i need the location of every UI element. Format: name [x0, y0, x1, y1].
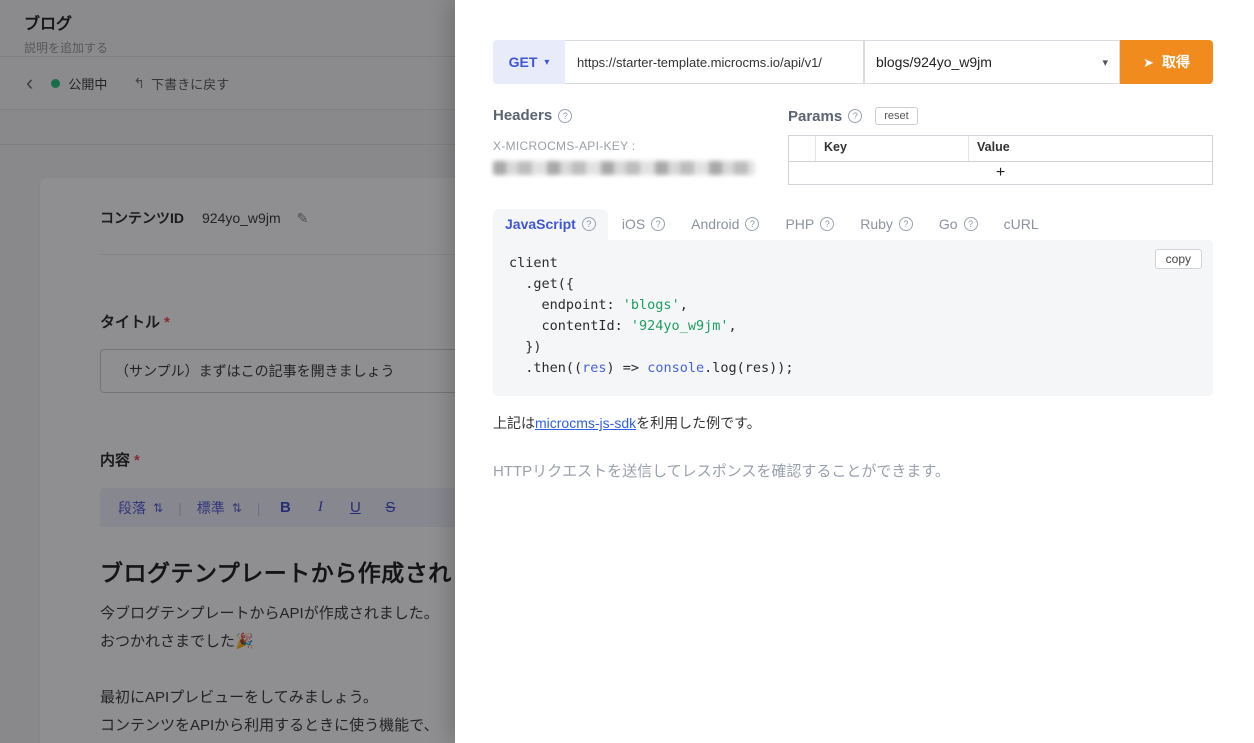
request-bar: GET ▾ https://starter-template.microcms.…	[493, 40, 1213, 84]
code-line: contentId: '924yo_w9jm',	[509, 316, 1197, 337]
tab-javascript[interactable]: JavaScript?	[493, 209, 608, 240]
tab-label: cURL	[1004, 216, 1039, 232]
code-line: endpoint: 'blogs',	[509, 295, 1197, 316]
screen: ブログ 説明を追加する ‹ 公開中 ↰ 下書きに戻す コンテンツID 924yo…	[0, 0, 1254, 743]
code-line: .then((res) => console.log(res));	[509, 358, 1197, 379]
fetch-label: 取得	[1162, 52, 1190, 72]
params-key-header: Key	[816, 136, 969, 161]
params-section: Params ? reset Key Value +	[788, 107, 1213, 185]
panel-description: HTTPリクエストを送信してレスポンスを確認することができます。	[493, 460, 1213, 481]
code-line: client	[509, 253, 1197, 274]
tab-android[interactable]: Android?	[679, 209, 771, 240]
code-line: .get({	[509, 274, 1197, 295]
help-icon[interactable]: ?	[582, 217, 596, 231]
params-table: Key Value +	[788, 135, 1213, 185]
add-param-button[interactable]: +	[789, 161, 1212, 184]
tab-label: Ruby	[860, 216, 893, 232]
chevron-down-icon: ▾	[1102, 56, 1108, 69]
fetch-button[interactable]: ➤ 取得	[1120, 40, 1213, 84]
endpoint-value: blogs/924yo_w9jm	[876, 54, 992, 70]
endpoint-select[interactable]: blogs/924yo_w9jm ▾	[864, 40, 1120, 84]
help-icon[interactable]: ?	[899, 217, 913, 231]
code-lines: client .get({ endpoint: 'blogs', content…	[509, 253, 1197, 379]
help-icon[interactable]: ?	[558, 109, 572, 123]
params-checkbox-column	[789, 136, 816, 161]
method-label: GET	[509, 54, 538, 70]
headers-params-row: Headers ? X-MICROCMS-API-KEY : Params ? …	[493, 107, 1213, 185]
api-key-label: X-MICROCMS-API-KEY :	[493, 139, 788, 153]
http-method-select[interactable]: GET ▾	[493, 40, 565, 84]
tab-php[interactable]: PHP?	[773, 209, 846, 240]
sdk-note: 上記はmicrocms-js-sdkを利用した例です。	[493, 413, 1213, 433]
send-icon: ➤	[1143, 56, 1154, 69]
code-block: copy client .get({ endpoint: 'blogs', co…	[493, 240, 1213, 396]
help-icon[interactable]: ?	[964, 217, 978, 231]
params-title: Params ? reset	[788, 107, 1213, 125]
copy-button[interactable]: copy	[1155, 249, 1202, 269]
tab-curl[interactable]: cURL	[992, 209, 1051, 240]
help-icon[interactable]: ?	[848, 109, 862, 123]
reset-button[interactable]: reset	[875, 107, 917, 125]
api-preview-panel: GET ▾ https://starter-template.microcms.…	[455, 0, 1254, 743]
tab-ruby[interactable]: Ruby?	[848, 209, 925, 240]
chevron-down-icon: ▾	[544, 57, 549, 68]
sdk-link[interactable]: microcms-js-sdk	[535, 415, 636, 431]
tab-ios[interactable]: iOS?	[610, 209, 677, 240]
base-url-input[interactable]: https://starter-template.microcms.io/api…	[565, 40, 864, 84]
help-icon[interactable]: ?	[820, 217, 834, 231]
api-key-masked-value	[493, 161, 755, 175]
tab-go[interactable]: Go?	[927, 209, 990, 240]
params-value-header: Value	[969, 136, 1212, 161]
tab-label: Android	[691, 216, 739, 232]
params-table-header: Key Value	[789, 136, 1212, 161]
help-icon[interactable]: ?	[651, 217, 665, 231]
code-language-tabs: JavaScript?iOS?Android?PHP?Ruby?Go?cURL	[493, 209, 1213, 240]
tab-label: Go	[939, 216, 958, 232]
help-icon[interactable]: ?	[745, 217, 759, 231]
tab-label: PHP	[785, 216, 814, 232]
headers-title: Headers ?	[493, 107, 788, 124]
tab-label: iOS	[622, 216, 645, 232]
tab-label: JavaScript	[505, 216, 576, 232]
code-line: })	[509, 337, 1197, 358]
headers-section: Headers ? X-MICROCMS-API-KEY :	[493, 107, 788, 185]
